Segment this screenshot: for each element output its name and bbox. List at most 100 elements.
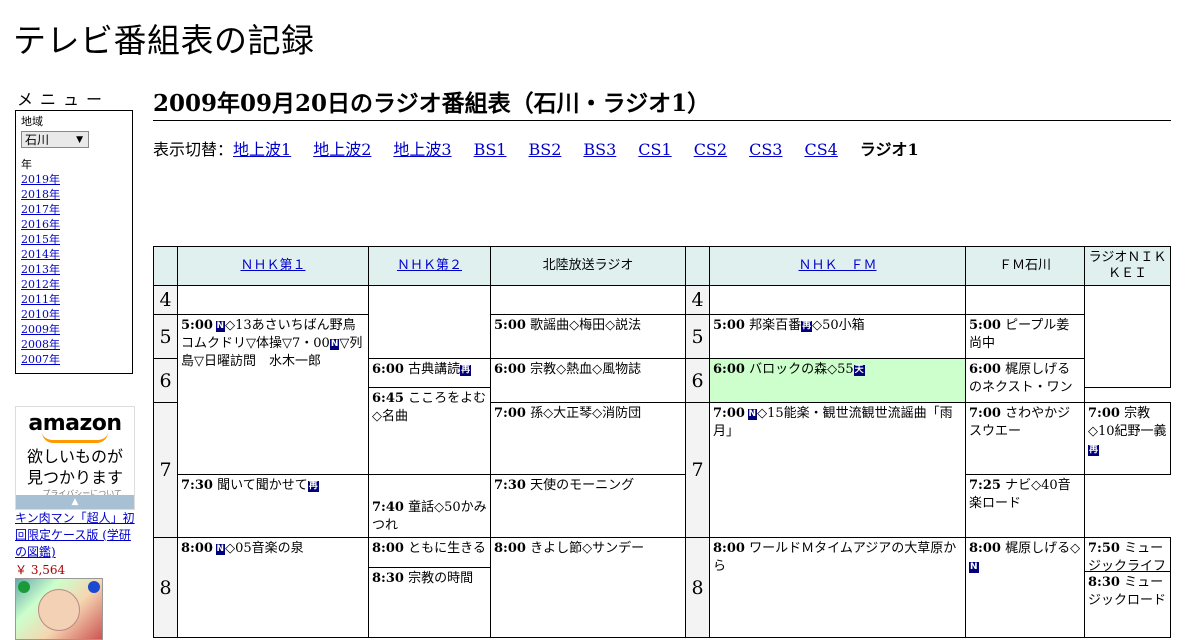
rebroadcast-badge-icon: 再 [307,481,319,492]
program-cell[interactable]: 8:00 ワールドＭタイムアジアの大草原から [709,537,966,638]
switch-link-bs2[interactable]: BS2 [528,140,561,159]
weather-badge-icon: 天 [853,365,865,376]
thumbnail-badge-blue [88,581,100,593]
hour-cell: 6 [153,358,178,403]
ad-expand-bar[interactable]: ▲ [16,495,134,509]
rebroadcast-badge-icon: 再 [1088,445,1100,456]
program-cell[interactable]: 5:00 邦楽百番再◇50小箱 [709,314,966,359]
program-cell[interactable]: 5:00 ピープル姜尚中 [965,314,1085,359]
program-cell[interactable]: 5:00 歌謡曲◇梅田◇説法 [490,314,686,359]
hour-cell: 4 [153,285,178,315]
program-cell[interactable]: 7:30 聞いて聞かせて再 [177,474,369,538]
program-cell[interactable]: 7:30 天使のモーニング [490,474,686,538]
switch-link-bs3[interactable]: BS3 [583,140,616,159]
program-cell[interactable]: 6:00 梶原しげるのネクスト・ワン [965,358,1085,403]
hour-cell: 8 [153,537,178,638]
program-cell[interactable]: 5:00 N◇13あさいちばん野鳥コムクドリ▽体操▽7・00N▽列島▽日曜訪問 … [177,314,369,475]
channel-link-nhkfm[interactable]: ＮＨＫ ＦＭ [798,258,876,273]
program-cell[interactable]: 6:00 古典講読再 [368,358,491,388]
year-link-2015[interactable]: 2015年 [21,232,132,247]
program-cell-empty [965,285,1085,315]
program-cell[interactable]: 7:00 宗教◇10紀野一義再 [1084,402,1171,475]
switch-link-bs1[interactable]: BS1 [474,140,507,159]
program-cell-empty [368,285,491,359]
switch-link-terrestrial1[interactable]: 地上波1 [233,140,291,159]
region-select-value: 石川 [25,133,50,147]
year-link-2019[interactable]: 2019年 [21,172,132,187]
program-cell[interactable]: 8:00 N◇05音楽の泉 [177,537,369,638]
hour-cell: 4 [685,285,710,315]
channel-header-fmishikawa: ＦＭ石川 [965,246,1085,286]
menu-title: メニュー [17,90,110,109]
news-badge-icon: N [329,339,340,350]
hour-cell: 7 [153,402,178,538]
year-link-2010[interactable]: 2010年 [21,307,132,322]
menu-box: 地域 石川 ▼ 年 2019年 2018年 2017年 2016年 2015年 … [15,110,133,374]
news-badge-icon: N [215,544,226,555]
switch-link-cs1[interactable]: CS1 [638,140,671,159]
page-title: 2009年09月20日のラジオ番組表（石川・ラジオ1） [153,84,1171,121]
program-cell[interactable]: 8:00 梶原しげる◇N [965,537,1085,638]
program-cell[interactable]: 8:00 ともに生きる [369,538,490,568]
amazon-ad[interactable]: amazon 欲しいものが 見つかります プライバシーについて ▲ [15,406,135,510]
hour-cell: 5 [153,314,178,359]
year-link-2014[interactable]: 2014年 [21,247,132,262]
rebroadcast-badge-icon: 再 [460,365,472,376]
news-badge-icon: N [969,562,979,573]
year-link-2012[interactable]: 2012年 [21,277,132,292]
dropdown-arrow-icon: ▼ [76,135,83,145]
region-select[interactable]: 石川 ▼ [21,131,89,148]
year-link-2018[interactable]: 2018年 [21,187,132,202]
program-cell[interactable]: 7:00 孫◇大正琴◇消防団 [490,402,686,475]
year-link-2017[interactable]: 2017年 [21,202,132,217]
program-cell[interactable]: 7:00 さわやかジスウエー [965,402,1085,475]
channel-header-nhk1: ＮＨＫ第１ [177,246,369,286]
channel-header-mro: 北陸放送ラジオ [490,246,686,286]
program-cell-empty [490,285,686,315]
switch-link-terrestrial3[interactable]: 地上波3 [393,140,451,159]
program-cell[interactable]: 7:40 童話◇50かみつれ [368,474,491,538]
product-link[interactable]: キン肉マン「超人」初回限定ケース版 (学研の図鑑) [15,510,137,561]
program-cell[interactable]: 8:30 宗教の時間 [369,568,490,590]
program-cell[interactable]: 6:00 宗教◇熱血◇風物誌 [490,358,686,403]
channel-header-nhk2: ＮＨＫ第２ [368,246,491,286]
year-link-2007[interactable]: 2007年 [21,352,132,367]
switch-link-cs2[interactable]: CS2 [694,140,727,159]
switch-current: ラジオ1 [859,140,919,159]
switch-link-terrestrial2[interactable]: 地上波2 [313,140,371,159]
hour-cell: 8 [685,537,710,638]
program-cell-empty [1084,285,1171,388]
switch-link-cs4[interactable]: CS4 [804,140,837,159]
product-thumbnail[interactable] [15,578,103,640]
hour-cell: 5 [685,314,710,359]
year-link-2008[interactable]: 2008年 [21,337,132,352]
program-cell[interactable]: 7:00 N◇15能楽・観世流観世流謡曲「雨月」 [709,402,966,538]
program-cell-empty [709,285,966,315]
program-cell[interactable]: 8:30 ミュージックロード [1085,572,1170,612]
switch-link-cs3[interactable]: CS3 [749,140,782,159]
channel-link-nhk1[interactable]: ＮＨＫ第１ [240,258,305,273]
region-label: 地域 [21,115,43,128]
ad-tagline-1: 欲しいものが [26,447,123,466]
rebroadcast-badge-icon: 再 [801,321,813,332]
year-link-2016[interactable]: 2016年 [21,217,132,232]
channel-link-nhk2[interactable]: ＮＨＫ第２ [397,258,462,273]
product-price: ￥ 3,564 [15,563,66,577]
thumbnail-badge-green [18,581,30,593]
year-link-2011[interactable]: 2011年 [21,292,132,307]
caret-up-icon: ▲ [71,497,79,507]
year-link-2009[interactable]: 2009年 [21,322,132,337]
program-cell[interactable]: 7:50 ミュージックライフ [1085,538,1170,574]
hour-cell: 6 [685,358,710,403]
amazon-logo: amazon [28,411,122,436]
program-cell[interactable]: 6:45 こころをよむ◇名曲 [368,387,491,475]
program-cell[interactable]: 8:00 きよし節◇サンデー [490,537,686,638]
channel-header-nhkfm: ＮＨＫ ＦＭ [709,246,966,286]
view-switcher: 表示切替：地上波1 地上波2 地上波3 BS1 BS2 BS3 CS1 CS2 CS3 CS4 ラジ… [153,136,919,160]
year-link-2013[interactable]: 2013年 [21,262,132,277]
program-cell-group: 8:00 ともに生きる 8:30 宗教の時間 [368,537,491,638]
news-badge-icon: N [215,321,226,332]
program-cell-highlighted[interactable]: 6:00 バロックの森◇55天 [709,358,966,403]
program-cell[interactable]: 7:25 ナビ◇40音楽ロード [965,474,1085,538]
site-title: テレビ番組表の記録 [13,21,315,60]
